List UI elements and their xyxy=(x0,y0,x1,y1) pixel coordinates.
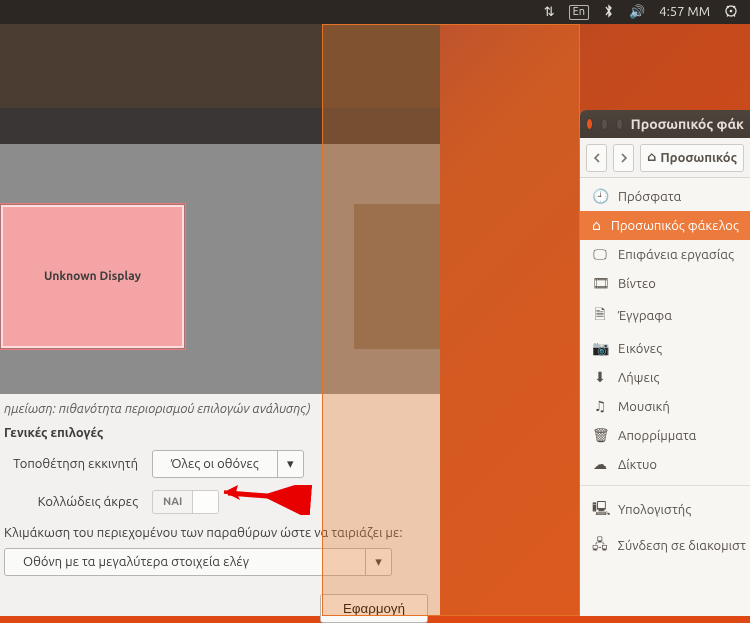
sidebar-item-downloads[interactable]: ⬇ Λήψεις xyxy=(580,363,750,392)
sidebar-item-videos[interactable]: 🎞 Βίντεο xyxy=(580,269,750,298)
sidebar-item-computer[interactable]: 🖳 Υπολογιστής xyxy=(580,492,750,528)
display-tile-unknown[interactable]: Unknown Display xyxy=(0,204,185,349)
sidebar-item-recent[interactable]: 🕘 Πρόσφατα xyxy=(580,182,750,211)
sidebar-item-label: Μουσική xyxy=(618,400,670,414)
power-icon[interactable] xyxy=(724,4,738,21)
music-icon: ♫ xyxy=(592,398,608,415)
connect-server-icon: 🖧 xyxy=(592,534,608,558)
back-button[interactable] xyxy=(586,144,607,172)
apply-button[interactable]: Εφαρμογή xyxy=(320,594,428,623)
sidebar-item-music[interactable]: ♫ Μουσική xyxy=(580,392,750,421)
sidebar-divider xyxy=(580,485,750,486)
sidebar-item-label: Προσωπικός φάκελος xyxy=(611,219,739,233)
videos-icon: 🎞 xyxy=(592,275,608,292)
clock[interactable]: 4:57 ΜΜ xyxy=(659,5,710,19)
bluetooth-icon[interactable] xyxy=(603,4,615,21)
downloads-icon: ⬇ xyxy=(592,369,608,386)
files-sidebar: 🕘 Πρόσφατα ⌂ Προσωπικός φάκελος🖵 Επιφάνεια ε… xyxy=(580,178,750,568)
scaling-label: Κλιμάκωση του περιεχομένου των παραθύρων… xyxy=(4,526,436,540)
sticky-edges-toggle[interactable]: ΝΑΙ xyxy=(152,490,219,514)
minimize-icon[interactable] xyxy=(601,118,608,130)
sidebar-item-documents[interactable]: 🗎 Έγγραφα xyxy=(580,298,750,334)
top-menubar: ⇅ En 🔊 4:57 ΜΜ xyxy=(0,0,750,24)
keyboard-indicator[interactable]: En xyxy=(569,5,589,20)
sidebar-item-network[interactable]: ☁ Δίκτυο xyxy=(580,450,750,479)
launcher-placement-label: Τοποθέτηση εκκινητή xyxy=(4,457,142,471)
home-icon: ⌂ xyxy=(647,150,656,165)
maximize-icon[interactable] xyxy=(616,118,623,130)
computer-icon: 🖳 xyxy=(592,498,608,522)
displays-settings-window: Unknown Display ημείωση: πιθανότητα περι… xyxy=(0,24,440,616)
display-tile-label: Unknown Display xyxy=(44,270,141,283)
sidebar-item-label: Λήψεις xyxy=(618,371,659,385)
sidebar-item-label: Έγγραφα xyxy=(618,309,672,323)
sidebar-item-connect-server[interactable]: 🖧 Σύνδεση σε διακομιστ xyxy=(580,528,750,564)
display-tile-secondary[interactable] xyxy=(354,204,440,349)
pictures-icon: 📷 xyxy=(592,340,608,357)
scaling-value: Οθόνη με τα μεγαλύτερα στοιχεία ελέγ xyxy=(5,549,365,575)
sidebar-item-pictures[interactable]: 📷 Εικόνες xyxy=(580,334,750,363)
breadcrumb-label: Προσωπικός xyxy=(660,151,737,165)
documents-icon: 🗎 xyxy=(592,304,608,328)
launcher-placement-combo[interactable]: Όλες οι οθόνες ▾ xyxy=(152,450,304,478)
sidebar-item-label: Πρόσφατα xyxy=(618,190,681,204)
files-window-title: Προσωπικός φάκ xyxy=(631,116,744,132)
updown-icon[interactable]: ⇅ xyxy=(544,5,555,20)
desktop-icon: 🖵 xyxy=(592,246,608,263)
network-icon: ☁ xyxy=(592,456,608,473)
settings-header xyxy=(0,24,440,108)
general-options-heading: Γενικές επιλογές xyxy=(4,426,436,440)
display-arrangement-area[interactable]: Unknown Display xyxy=(0,144,440,394)
sidebar-item-label: Υπολογιστής xyxy=(618,503,691,517)
sidebar-item-trash[interactable]: 🗑 Απορρίμματα xyxy=(580,421,750,450)
launcher-placement-value: Όλες οι οθόνες xyxy=(153,451,277,477)
settings-toolbar-strip xyxy=(0,108,440,144)
sidebar-item-desktop[interactable]: 🖵 Επιφάνεια εργασίας xyxy=(580,240,750,269)
breadcrumb[interactable]: ⌂ Προσωπικός xyxy=(640,144,744,172)
trash-icon: 🗑 xyxy=(592,427,608,444)
forward-button[interactable] xyxy=(613,144,634,172)
resolution-note: ημείωση: πιθανότητα περιορισμού επιλογών… xyxy=(4,402,436,416)
sticky-edges-label: Κολλώδεις άκρες xyxy=(4,495,142,509)
sidebar-item-label: Εικόνες xyxy=(618,342,662,356)
sidebar-item-label: Απορρίμματα xyxy=(618,429,696,443)
files-toolbar: ⌂ Προσωπικός xyxy=(580,138,750,178)
scaling-combo[interactable]: Οθόνη με τα μεγαλύτερα στοιχεία ελέγ ▾ xyxy=(4,548,392,576)
sidebar-item-label: Σύνδεση σε διακομιστ xyxy=(618,539,746,553)
sidebar-item-label: Επιφάνεια εργασίας xyxy=(618,248,734,262)
recent-icon: 🕘 xyxy=(592,188,608,205)
chevron-down-icon: ▾ xyxy=(365,549,391,575)
close-icon[interactable] xyxy=(586,118,593,130)
volume-icon[interactable]: 🔊 xyxy=(629,5,645,20)
sidebar-item-home[interactable]: ⌂ Προσωπικός φάκελος xyxy=(580,211,750,240)
files-titlebar[interactable]: Προσωπικός φάκ xyxy=(580,110,750,138)
chevron-down-icon: ▾ xyxy=(277,451,303,477)
sidebar-item-label: Δίκτυο xyxy=(618,458,657,472)
sidebar-item-label: Βίντεο xyxy=(618,277,656,291)
files-window: Προσωπικός φάκ ⌂ Προσωπικός 🕘 Πρόσφατα ⌂ Πρ… xyxy=(580,110,750,616)
toggle-knob xyxy=(192,491,218,513)
sticky-edges-value: ΝΑΙ xyxy=(153,496,192,508)
home-icon: ⌂ xyxy=(592,217,601,234)
